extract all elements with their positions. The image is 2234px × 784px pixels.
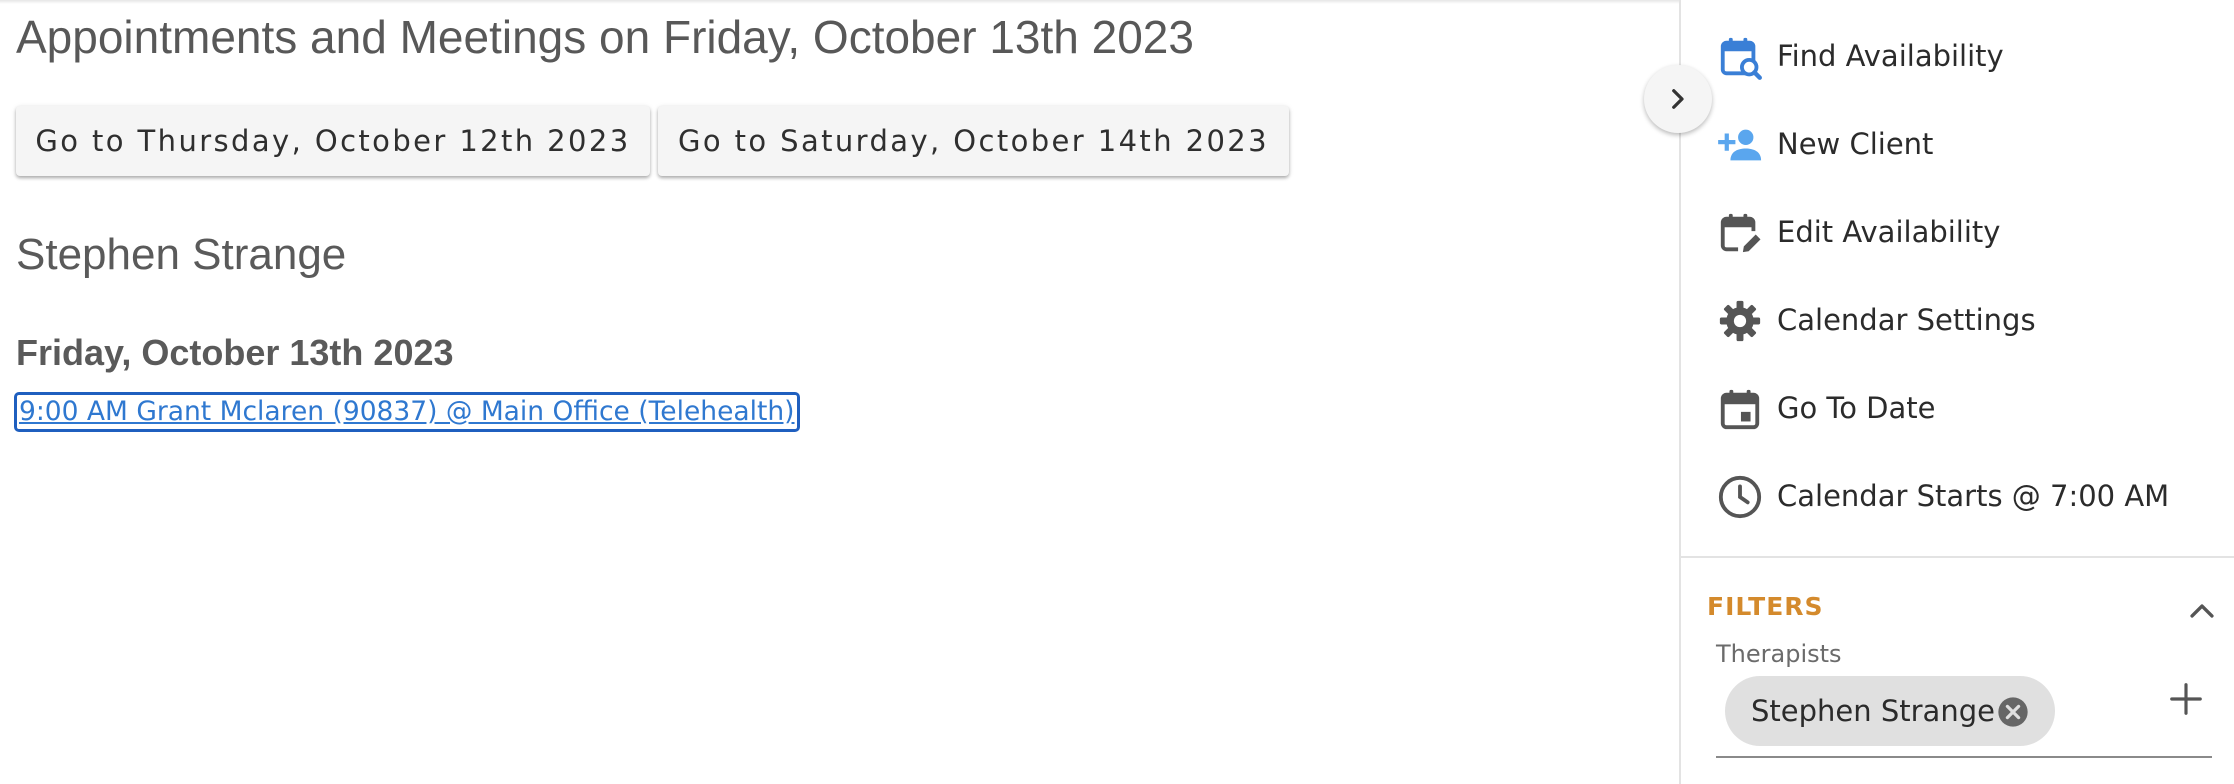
previous-day-button[interactable]: Go to Thursday, October 12th 2023 — [16, 106, 650, 176]
collapse-sidebar-button[interactable] — [1644, 65, 1712, 133]
previous-day-button-label: Go to Thursday, October 12th 2023 — [35, 124, 631, 158]
calendar-start-label: Calendar Starts @ 7:00 AM — [1777, 479, 2170, 513]
filters-toggle[interactable]: FILTERS — [1707, 588, 2217, 628]
page-title: Appointments and Meetings on Friday, Oct… — [16, 11, 1194, 63]
edit-availability-label: Edit Availability — [1777, 215, 2001, 249]
calendar-settings-label: Calendar Settings — [1777, 303, 2036, 337]
chevron-up-icon — [2190, 604, 2214, 618]
therapist-name: Stephen Strange — [16, 230, 347, 279]
calendar-search-icon — [1717, 34, 1763, 80]
remove-chip-icon[interactable] — [1997, 696, 2029, 728]
new-client-label: New Client — [1777, 127, 1934, 161]
person-add-icon — [1717, 122, 1763, 168]
calendar-start-item[interactable]: Calendar Starts @ 7:00 AM — [1681, 452, 2234, 540]
next-day-button-label: Go to Saturday, October 14th 2023 — [677, 124, 1270, 158]
go-to-date-item[interactable]: Go To Date — [1681, 364, 2234, 452]
day-heading: Friday, October 13th 2023 — [16, 332, 454, 373]
sidebar: Find Availability New Client Edit Availa… — [1679, 0, 2234, 784]
therapist-chip-label: Stephen Strange — [1751, 694, 1995, 728]
chevron-right-icon — [1672, 89, 1684, 109]
calendar-event-icon — [1717, 386, 1763, 432]
clock-icon — [1717, 474, 1763, 520]
new-client-item[interactable]: New Client — [1681, 100, 2234, 188]
calendar-edit-icon — [1717, 210, 1763, 256]
sidebar-divider — [1681, 556, 2234, 558]
find-availability-item[interactable]: Find Availability — [1681, 12, 2234, 100]
next-day-button[interactable]: Go to Saturday, October 14th 2023 — [658, 106, 1289, 176]
calendar-settings-item[interactable]: Calendar Settings — [1681, 276, 2234, 364]
edit-availability-item[interactable]: Edit Availability — [1681, 188, 2234, 276]
therapists-label: Therapists — [1716, 640, 1842, 668]
add-icon[interactable] — [2167, 680, 2205, 718]
gear-icon — [1717, 298, 1763, 344]
therapist-chip: Stephen Strange — [1725, 676, 2055, 746]
filters-title: FILTERS — [1707, 592, 1824, 621]
main-content: Appointments and Meetings on Friday, Oct… — [0, 0, 1678, 784]
appointment-link[interactable]: 9:00 AM Grant Mclaren (90837) @ Main Off… — [14, 392, 800, 432]
find-availability-label: Find Availability — [1777, 39, 2004, 73]
go-to-date-label: Go To Date — [1777, 391, 1936, 425]
therapists-field-underline — [1716, 756, 2212, 758]
